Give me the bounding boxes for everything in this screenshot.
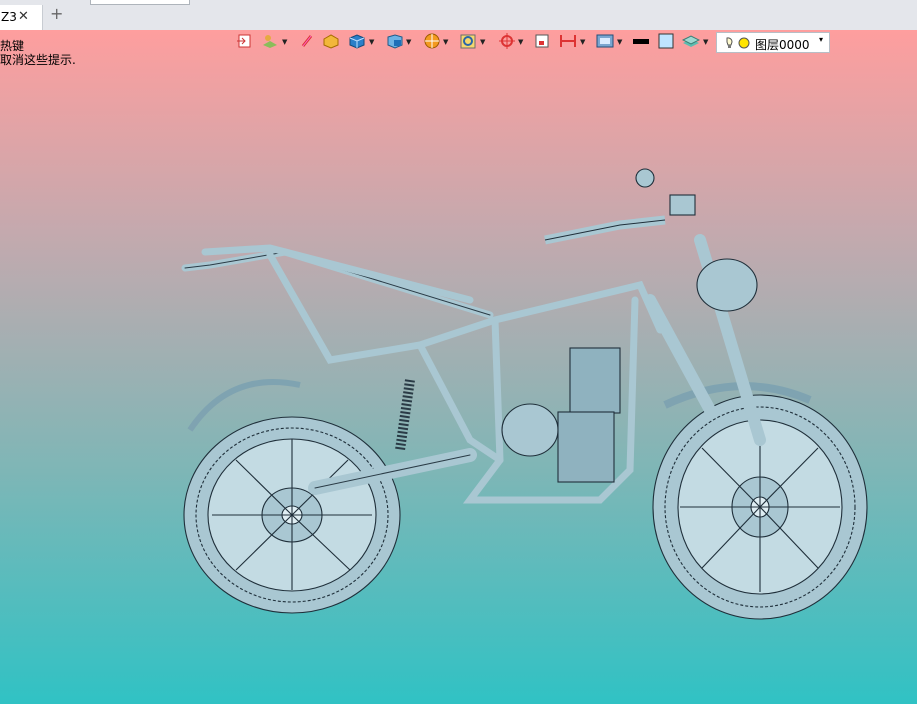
dropdown-caret-icon[interactable]: ▼ xyxy=(443,38,448,46)
new-tab-button[interactable]: + xyxy=(50,6,63,22)
tab-label: Z3 xyxy=(1,10,17,24)
engine-cover xyxy=(501,403,559,457)
dimension-icon[interactable] xyxy=(559,33,577,53)
layer-value: 图层0000 xyxy=(755,38,810,52)
dropdown-caret-icon[interactable]: ▼ xyxy=(406,38,411,46)
pencil-icon[interactable] xyxy=(300,33,314,53)
dropdown-caret-icon[interactable]: ▼ xyxy=(518,38,523,46)
display-mode-icon[interactable] xyxy=(596,33,614,53)
dropdown-caret-icon[interactable]: ▼ xyxy=(703,38,708,46)
instrument-cluster xyxy=(669,194,696,216)
dismiss-hints-link[interactable]: 取消这些提示. xyxy=(0,51,76,68)
dropdown-caret-icon[interactable]: ▼ xyxy=(369,38,374,46)
headlight xyxy=(696,258,758,312)
rear-shock xyxy=(395,379,415,451)
frame-icon[interactable] xyxy=(534,33,550,53)
dropdown-caret-icon[interactable]: ▼ xyxy=(480,38,485,46)
dropdown-caret-icon[interactable]: ▼ xyxy=(282,38,287,46)
line-color-icon[interactable] xyxy=(632,33,650,53)
layer-manager-icon[interactable] xyxy=(261,33,279,53)
tab-close-icon[interactable]: ✕ xyxy=(18,9,29,24)
sphere-render-icon[interactable] xyxy=(423,33,441,53)
layer-dropdown-icon[interactable]: ▾ xyxy=(819,35,823,44)
dropdown-caret-icon[interactable]: ▼ xyxy=(580,38,585,46)
exit-icon[interactable] xyxy=(236,33,252,53)
3d-viewport[interactable] xyxy=(0,30,917,704)
layer-select[interactable]: 图层0000 ▾ xyxy=(716,32,830,53)
handlebar xyxy=(544,215,666,245)
mirror xyxy=(635,168,655,188)
box-shape-icon[interactable] xyxy=(322,33,340,53)
document-tab[interactable]: Z3 ✕ xyxy=(0,5,43,30)
fill-color-icon[interactable] xyxy=(658,33,674,53)
motorcycle-model xyxy=(181,168,868,620)
rear-wheel xyxy=(183,379,401,614)
zoom-fit-icon[interactable] xyxy=(459,33,477,53)
pick-filter-icon[interactable] xyxy=(498,33,516,53)
battery-lower xyxy=(557,411,615,483)
command-input[interactable] xyxy=(90,0,190,5)
cube-icon[interactable] xyxy=(348,33,366,53)
dropdown-caret-icon[interactable]: ▼ xyxy=(617,38,622,46)
layer-stack-icon[interactable] xyxy=(682,33,700,53)
battery-upper xyxy=(569,347,621,414)
tab-bar: Z3 ✕ + xyxy=(0,0,917,30)
layer-state-icons xyxy=(726,37,750,49)
view-cube-icon[interactable] xyxy=(386,33,404,53)
